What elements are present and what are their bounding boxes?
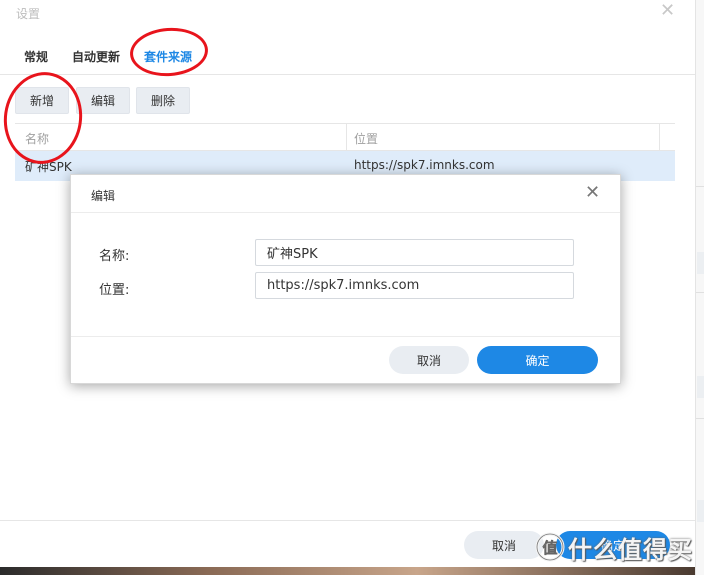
tab-auto-update[interactable]: 自动更新 (72, 48, 120, 65)
tab-general[interactable]: 常规 (24, 48, 48, 65)
tab-package-sources[interactable]: 套件来源 (144, 48, 192, 65)
dialog-title: 编辑 (91, 189, 116, 203)
dialog-divider (71, 336, 620, 337)
dialog-ok-button[interactable]: 确定 (477, 346, 598, 374)
name-input[interactable] (255, 239, 574, 266)
package-source-grid: 名称 位置 矿神SPK https://spk7.imnks.com (15, 123, 675, 181)
watermark-text: 什么值得买 (568, 535, 693, 564)
panel-block (697, 500, 704, 522)
name-label: 名称: (99, 249, 130, 264)
column-separator (659, 124, 660, 152)
column-separator (346, 124, 347, 152)
delete-button[interactable]: 删除 (136, 87, 190, 114)
grid-header: 名称 位置 (15, 123, 675, 152)
watermark: 值 什么值得买 (535, 530, 693, 564)
close-icon[interactable]: ✕ (585, 182, 600, 203)
column-header-name[interactable]: 名称 (25, 130, 49, 147)
panel-block (697, 252, 704, 274)
panel-block (697, 376, 704, 398)
panel-divider (696, 292, 704, 293)
location-label: 位置: (99, 283, 130, 298)
title-bar: 设置 ✕ (0, 0, 695, 30)
row-name: 矿神SPK (25, 160, 72, 174)
desktop-background-strip (0, 567, 695, 575)
column-header-location[interactable]: 位置 (354, 130, 378, 147)
row-location: https://spk7.imnks.com (354, 158, 495, 172)
dialog-header: 编辑 ✕ (71, 175, 620, 213)
add-button[interactable]: 新增 (15, 87, 69, 114)
cancel-button[interactable]: 取消 (464, 531, 544, 559)
panel-divider (696, 418, 704, 419)
panel-divider (696, 186, 704, 187)
watermark-logo-icon: 值 (535, 532, 565, 562)
dialog-cancel-button[interactable]: 取消 (389, 346, 469, 374)
close-icon[interactable]: ✕ (660, 0, 675, 21)
tab-bar: 常规 自动更新 套件来源 (0, 40, 695, 74)
svg-text:值: 值 (542, 539, 557, 557)
background-window-edge (695, 0, 704, 575)
edit-button[interactable]: 编辑 (76, 87, 130, 114)
window-title: 设置 (16, 7, 41, 21)
footer-divider (0, 520, 695, 521)
location-input[interactable] (255, 272, 574, 299)
edit-dialog: 编辑 ✕ 名称: 位置: 取消 确定 (70, 174, 621, 384)
tab-divider (0, 74, 695, 75)
